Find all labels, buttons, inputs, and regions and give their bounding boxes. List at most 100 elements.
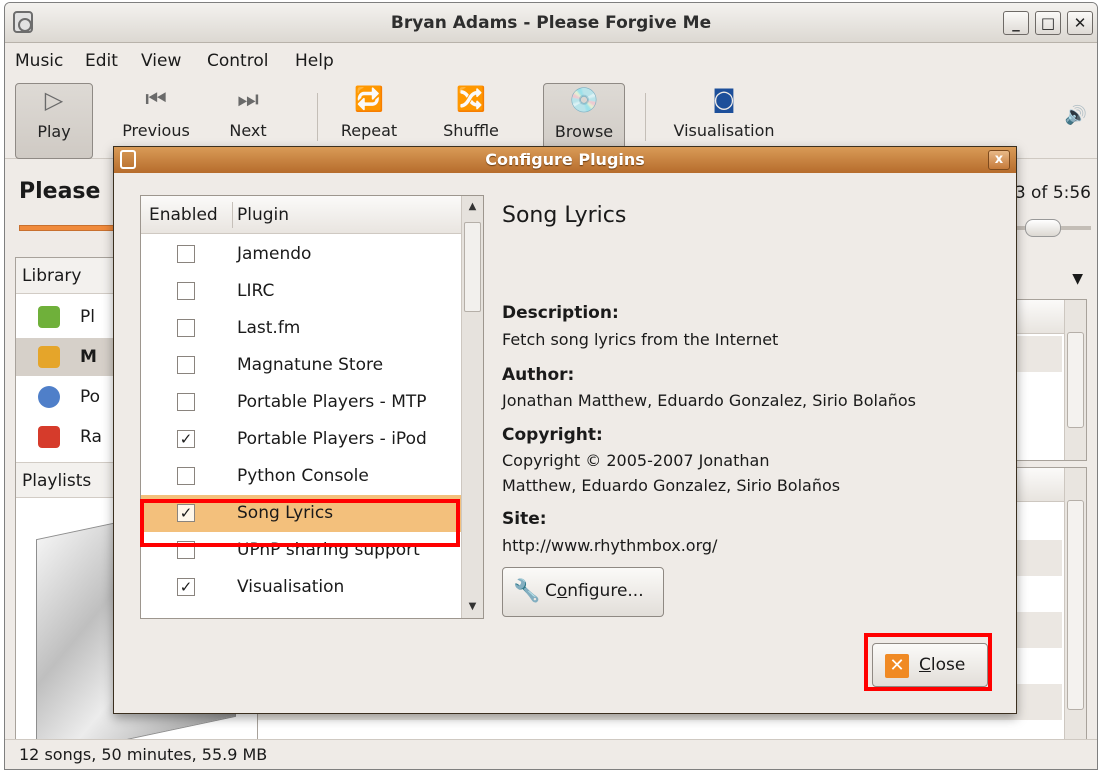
plugin-name-label: Magnatune Store [237, 355, 384, 375]
sidebar-item-label: Pl [80, 307, 95, 327]
plugin-enabled-checkbox[interactable] [177, 356, 195, 374]
plugin-row[interactable]: ✓ Portable Players - iPod [141, 421, 461, 458]
plugin-name-label: Visualisation [237, 577, 345, 597]
plugin-row[interactable]: Portable Players - MTP [141, 384, 461, 421]
dialog-title-bar[interactable]: Configure Plugins x [114, 147, 1016, 173]
podcast-icon [38, 386, 60, 408]
sidebar-item-label: Ra [80, 427, 102, 447]
music-note-icon [38, 346, 60, 368]
status-bar: 12 songs, 50 minutes, 55.9 MB [5, 739, 1097, 769]
visualisation-icon: ◙ [712, 85, 736, 113]
configure-mnemonic: o [556, 581, 568, 601]
copyright-text-1: Copyright © 2005-2007 Jonathan [502, 451, 770, 470]
column-divider [232, 202, 233, 228]
window-title: Bryan Adams - Please Forgive Me [390, 13, 712, 33]
maximize-button[interactable]: □ [1035, 11, 1061, 35]
plugin-list: Enabled Plugin Jamendo LIRC Last.fm Magnatu… [140, 195, 484, 619]
radio-icon [38, 426, 60, 448]
plugin-name-label: Jamendo [237, 244, 312, 264]
plugin-row[interactable]: ✓ Visualisation [141, 569, 461, 606]
scroll-thumb[interactable] [1067, 500, 1084, 710]
scroll-up-arrow-icon[interactable]: ▲ [464, 198, 481, 216]
scroll-thumb[interactable] [464, 222, 481, 312]
title-bar[interactable]: Bryan Adams - Please Forgive Me _ □ ✕ [5, 3, 1097, 43]
menu-bar: Music Edit View Control Help [5, 44, 1097, 76]
author-label: Author: [502, 365, 575, 385]
plugin-row[interactable]: LIRC [141, 273, 461, 310]
plugin-list-header: Enabled Plugin [141, 196, 461, 234]
next-label: Next [229, 121, 267, 140]
plugin-enabled-checkbox[interactable] [177, 319, 195, 337]
slider-knob[interactable] [1025, 219, 1061, 237]
play-icon: ▷ [44, 86, 64, 114]
plugin-list-scrollbar[interactable]: ▲ ▼ [461, 196, 483, 618]
browse-label: Browse [554, 122, 614, 141]
plugin-name-label: Portable Players - iPod [237, 429, 427, 449]
site-link[interactable]: http://www.rhythmbox.org/ [502, 533, 717, 558]
plugin-enabled-checkbox[interactable]: ✓ [177, 430, 195, 448]
toolbar-separator [645, 93, 646, 141]
scroll-thumb[interactable] [1067, 332, 1084, 428]
plugin-name-label: Last.fm [237, 318, 301, 338]
menu-help[interactable]: Help [295, 51, 334, 71]
configure-plugins-dialog: Configure Plugins x Enabled Plugin Jamen… [113, 146, 1017, 714]
sidebar-item-label: Po [80, 387, 101, 407]
status-text: 12 songs, 50 minutes, 55.9 MB [19, 745, 268, 764]
highlight-annotation [864, 633, 992, 691]
shuffle-label: Shuffle [443, 121, 499, 140]
plugin-name-label: Python Console [237, 466, 369, 486]
browser-scrollbar[interactable] [1064, 300, 1086, 460]
tools-icon: 🔧 [513, 579, 541, 604]
sidebar-item-label: M [80, 347, 97, 367]
plugin-enabled-checkbox[interactable] [177, 282, 195, 300]
site-label: Site: [502, 509, 547, 529]
menu-view[interactable]: View [141, 51, 181, 71]
plugin-enabled-checkbox[interactable] [177, 467, 195, 485]
elapsed-time: 3 of 5:56 [1014, 183, 1091, 203]
play-label: Play [37, 122, 71, 141]
position-slider[interactable] [1011, 219, 1091, 237]
repeat-label: Repeat [340, 121, 398, 140]
configure-label-end: nfigure... [567, 581, 644, 601]
minimize-button[interactable]: _ [1003, 11, 1029, 35]
plugin-enabled-checkbox[interactable] [177, 245, 195, 263]
play-button[interactable]: ▷ Play [15, 83, 93, 159]
songs-scrollbar[interactable] [1064, 468, 1086, 742]
copyright-text-2: Matthew, Eduardo Gonzalez, Sirio Bolaños [502, 476, 841, 495]
description-text: Fetch song lyrics from the Internet [502, 330, 779, 349]
configure-label: Configure... [545, 581, 644, 601]
window-close-button[interactable]: ✕ [1067, 11, 1093, 35]
column-header-plugin[interactable]: Plugin [237, 205, 289, 225]
shuffle-icon: 🔀 [456, 85, 486, 113]
description-label: Description: [502, 303, 619, 323]
plugin-enabled-checkbox[interactable] [177, 393, 195, 411]
plugin-row[interactable]: Magnatune Store [141, 347, 461, 384]
previous-label: Previous [122, 121, 190, 140]
previous-icon: ⏮ [145, 85, 167, 113]
dialog-title: Configure Plugins [485, 150, 645, 169]
configure-button[interactable]: 🔧 Configure... [502, 567, 664, 617]
plugin-row[interactable]: Jamendo [141, 236, 461, 273]
scroll-down-arrow-icon[interactable]: ▼ [464, 598, 481, 616]
plugin-row[interactable]: Python Console [141, 458, 461, 495]
plugin-enabled-checkbox[interactable]: ✓ [177, 578, 195, 596]
visualisation-label: Visualisation [673, 121, 775, 140]
column-header-enabled[interactable]: Enabled [149, 205, 218, 225]
plugin-name-label: LIRC [237, 281, 275, 301]
browse-discs-icon: 💿 [569, 86, 599, 114]
menu-music[interactable]: Music [15, 51, 63, 71]
play-queue-icon [38, 306, 60, 328]
plugin-name: Song Lyrics [502, 203, 627, 228]
highlight-annotation [140, 499, 460, 547]
menu-control[interactable]: Control [207, 51, 268, 71]
repeat-icon: 🔁 [354, 85, 384, 113]
plugin-name-label: Portable Players - MTP [237, 392, 427, 412]
configure-label-start: C [545, 581, 557, 601]
volume-icon[interactable]: 🔊 [1065, 105, 1087, 126]
plugin-row[interactable]: Last.fm [141, 310, 461, 347]
dialog-close-x-button[interactable]: x [988, 150, 1010, 170]
now-playing-title: Please [19, 179, 101, 204]
author-text: Jonathan Matthew, Eduardo Gonzalez, Siri… [502, 391, 917, 410]
chevron-down-icon[interactable]: ▼ [1072, 271, 1083, 287]
menu-edit[interactable]: Edit [85, 51, 118, 71]
